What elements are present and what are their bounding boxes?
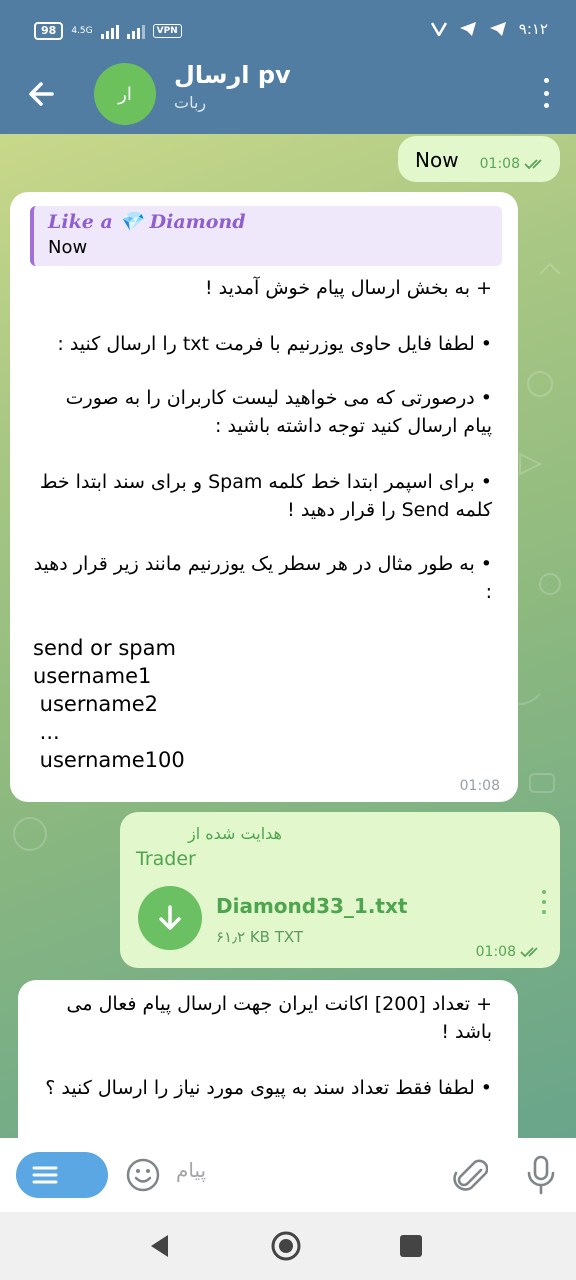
code-line: username100 <box>33 748 185 772</box>
incoming-message[interactable]: Like a 💎 Diamond Now + به بخش ارسال پیام… <box>10 192 518 802</box>
attach-icon[interactable] <box>452 1156 488 1194</box>
incoming-message[interactable]: + تعداد [200] اکانت ایران جهت ارسال پیام… <box>18 980 518 1138</box>
emoji-icon[interactable] <box>126 1158 160 1192</box>
telegram-icon <box>459 22 476 36</box>
signal-icon <box>100 23 119 39</box>
avatar[interactable]: ار <box>94 63 156 125</box>
forwarded-from[interactable]: Trader <box>136 848 196 870</box>
notification-icon <box>430 22 447 36</box>
message-paragraph: • برای اسپمر ابتدا خط کلمه Spam و برای س… <box>39 471 492 521</box>
system-navigation-bar <box>0 1212 576 1280</box>
chat-area[interactable]: Now 01:08 Like a 💎 Diamond Now + به بخش … <box>0 134 576 1138</box>
reply-preview[interactable]: Like a 💎 Diamond Now <box>30 206 502 266</box>
clock: ۹:۱۲ <box>518 20 548 38</box>
file-size: ۶۱٫۲ KB TXT <box>216 928 304 946</box>
code-line: username1 <box>33 664 152 688</box>
download-arrow-icon <box>159 905 181 930</box>
forwarded-file-message[interactable]: هدایت شده از Trader Diamond33_1.txt ۶۱٫۲… <box>120 812 560 968</box>
code-line: ... <box>33 720 60 744</box>
message-paragraph: + به بخش ارسال پیام خوش آمدید ! <box>204 277 492 299</box>
message-time: 01:08 <box>475 944 516 960</box>
bot-menu-button[interactable] <box>16 1152 108 1198</box>
telegram-icon <box>489 22 506 36</box>
chat-title[interactable]: ارسال pv <box>174 61 291 89</box>
message-paragraph: • درصورتی که می خواهید لیست کاربران را ب… <box>65 387 492 437</box>
code-line: send or spam <box>33 636 176 660</box>
network-type: 4.5G <box>71 25 93 36</box>
menu-icon <box>32 1166 58 1184</box>
battery-indicator: 98 <box>34 22 64 40</box>
message-text: Now <box>415 148 459 172</box>
double-check-icon <box>520 947 538 958</box>
nav-recent-apps-icon[interactable] <box>400 1235 422 1257</box>
download-button[interactable] <box>138 886 202 950</box>
message-paragraph: + تعداد [200] اکانت ایران جهت ارسال پیام… <box>66 993 492 1043</box>
message-paragraph: • لطفا فایل حاوی یوزرنیم با فرمت txt را … <box>57 333 492 355</box>
more-options-icon[interactable] <box>540 78 552 108</box>
microphone-icon[interactable] <box>524 1154 558 1196</box>
vpn-badge: VPN <box>152 24 182 38</box>
message-time: 01:08 <box>459 778 500 794</box>
double-check-icon <box>524 159 542 170</box>
back-arrow-icon[interactable] <box>22 74 62 114</box>
message-time: 01:08 <box>479 156 520 172</box>
file-options-icon[interactable] <box>540 890 548 914</box>
chat-header: ار ارسال pv ربات <box>0 60 576 134</box>
reply-sender-name: Like a 💎 Diamond <box>48 211 246 233</box>
signal-icon <box>126 23 145 39</box>
status-bar: 98 4.5G VPN ۹:۱۲ <box>0 0 576 60</box>
message-input-bar: پیام <box>0 1138 576 1212</box>
forwarded-label: هدایت شده از <box>188 824 282 843</box>
outgoing-message[interactable]: Now 01:08 <box>398 136 560 182</box>
file-name[interactable]: Diamond33_1.txt <box>216 894 407 918</box>
reply-text: Now <box>48 237 88 258</box>
nav-home-icon[interactable] <box>270 1230 302 1262</box>
nav-back-icon[interactable] <box>146 1232 174 1260</box>
message-paragraph: • لطفا فقط تعداد سند به پیوی مورد نیاز ر… <box>45 1077 492 1099</box>
chat-subtitle: ربات <box>174 93 207 112</box>
message-paragraph: • به طور مثال در هر سطر یک یوزرنیم مانند… <box>33 553 492 603</box>
message-input[interactable]: پیام <box>176 1158 206 1182</box>
code-line: username2 <box>33 692 159 716</box>
